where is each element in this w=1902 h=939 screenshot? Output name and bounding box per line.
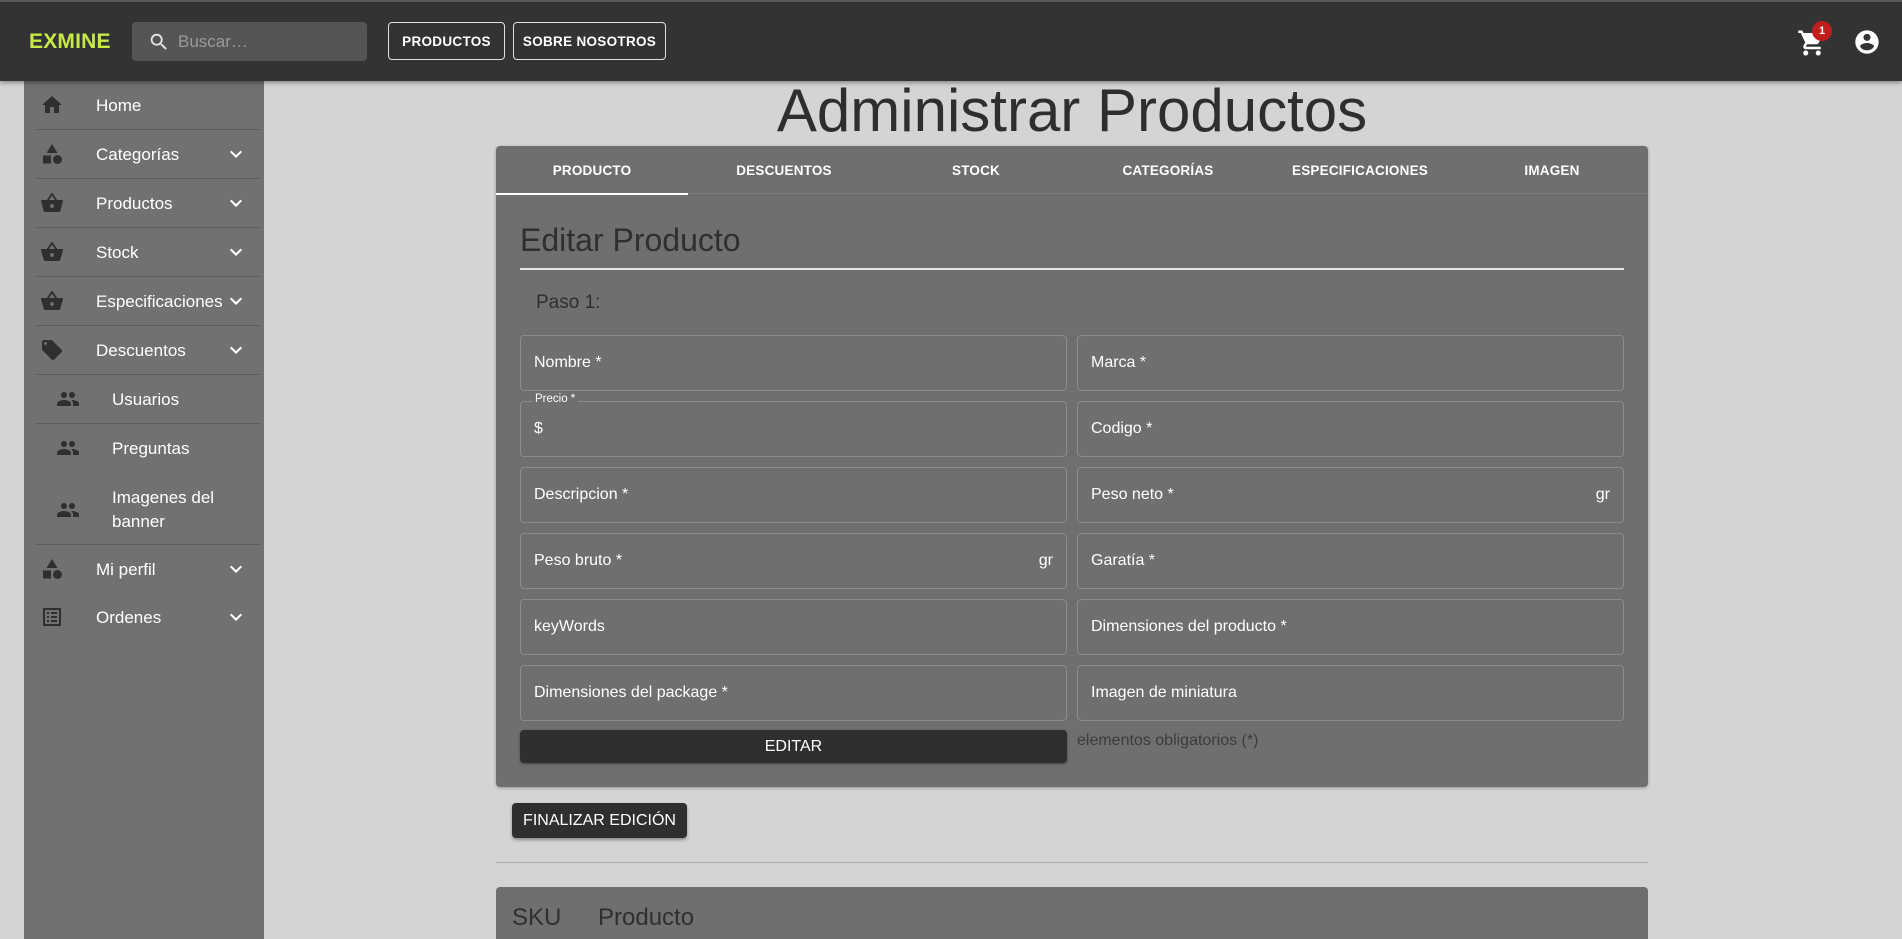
imagen-miniatura-field[interactable]: Imagen de miniatura: [1077, 665, 1624, 721]
nombre-field[interactable]: Nombre *: [520, 335, 1067, 391]
keywords-field[interactable]: keyWords: [520, 599, 1067, 655]
precio-label: Precio *: [532, 393, 579, 405]
list-icon: [43, 608, 61, 626]
title-divider: [520, 268, 1624, 270]
peso-bruto-label: Peso bruto *: [534, 552, 623, 569]
products-table-header: SKU Producto: [496, 887, 1648, 939]
chevron-down-icon: [230, 565, 242, 573]
sidebar-item-label: Usuarios: [112, 390, 180, 409]
marca-field[interactable]: Marca *: [1077, 335, 1624, 391]
people-icon: [57, 392, 79, 406]
descripcion-label: Descripcion *: [534, 486, 629, 503]
chevron-down-icon: [230, 248, 242, 256]
codigo-field[interactable]: Codigo *: [1077, 401, 1624, 457]
category-icon: [43, 559, 62, 579]
category-icon: [43, 144, 62, 164]
chevron-down-icon: [230, 199, 242, 207]
tab-imagen[interactable]: IMAGEN: [1456, 146, 1648, 194]
sidebar-item-descuentos[interactable]: Descuentos: [24, 326, 264, 374]
brand-logo[interactable]: EXMINE: [29, 30, 111, 54]
page-title: Administrar Productos: [776, 77, 1368, 144]
column-header-producto: Producto: [598, 904, 695, 931]
sidebar-item-mi-perfil[interactable]: Mi perfil: [24, 545, 264, 593]
imagen-miniatura-label: Imagen de miniatura: [1091, 684, 1237, 701]
sidebar-item-label: Descuentos: [96, 341, 186, 360]
step-label: Paso 1:: [536, 292, 601, 313]
sidebar-item-label: Ordenes: [96, 608, 162, 627]
section-divider: [496, 862, 1648, 863]
search-input[interactable]: [178, 22, 358, 61]
sidebar-item-label: Home: [96, 96, 142, 115]
sidebar-item-stock[interactable]: Stock: [24, 228, 264, 276]
tab-categorias[interactable]: CATEGORÍAS: [1072, 146, 1264, 194]
people-icon: [57, 441, 79, 455]
sidebar-item-label: Imagenes del banner: [112, 488, 215, 531]
precio-field[interactable]: Precio * $: [520, 393, 1067, 457]
finalizar-edicion-button[interactable]: FINALIZAR EDICIÓN: [512, 803, 687, 838]
product-editor-card: PRODUCTO DESCUENTOS STOCK CATEGORÍAS ESP…: [496, 146, 1648, 787]
sidebar-item-home[interactable]: Home: [24, 81, 264, 129]
peso-neto-field[interactable]: Peso neto * gr: [1077, 467, 1624, 523]
tab-producto[interactable]: PRODUCTO: [496, 146, 688, 195]
sidebar-item-imagenes-del-banner[interactable]: Imagenes del banner: [24, 476, 264, 544]
sidebar-item-categorias[interactable]: Categorías: [24, 130, 264, 178]
peso-bruto-field[interactable]: Peso bruto * gr: [520, 533, 1067, 589]
chevron-down-icon: [230, 613, 242, 621]
nav-sobre-nosotros-button[interactable]: SOBRE NOSOTROS: [513, 22, 666, 60]
chevron-down-icon: [230, 297, 242, 305]
sidebar-item-label: Categorías: [96, 145, 180, 164]
descripcion-field[interactable]: Descripcion *: [520, 467, 1067, 523]
dimensiones-package-field[interactable]: Dimensiones del package *: [520, 665, 1067, 721]
unit-suffix: gr: [1595, 486, 1610, 503]
nombre-label: Nombre *: [534, 354, 602, 371]
home-icon: [42, 96, 62, 113]
search-box[interactable]: [132, 22, 367, 61]
keywords-label: keyWords: [534, 618, 605, 635]
tab-bar: PRODUCTO DESCUENTOS STOCK CATEGORÍAS ESP…: [496, 146, 1648, 195]
column-header-sku: SKU: [512, 904, 562, 931]
search-icon: [150, 33, 167, 50]
unit-suffix: gr: [1038, 552, 1053, 569]
tag-icon: [42, 340, 62, 360]
sidebar-item-especificaciones[interactable]: Especificaciones: [24, 277, 264, 325]
sidebar-item-productos[interactable]: Productos: [24, 179, 264, 227]
sidebar-item-label: Stock: [96, 243, 139, 262]
chevron-down-icon: [230, 346, 242, 354]
people-icon: [57, 503, 79, 517]
marca-label: Marca *: [1091, 354, 1147, 371]
sidebar-item-preguntas[interactable]: Preguntas: [24, 424, 264, 472]
sidebar-item-label: Especificaciones: [96, 292, 223, 311]
garantia-label: Garatía *: [1091, 552, 1156, 569]
account-circle-icon[interactable]: [1853, 28, 1881, 56]
basket-icon: [41, 290, 63, 310]
tab-descuentos[interactable]: DESCUENTOS: [688, 146, 880, 194]
dimensiones-producto-field[interactable]: Dimensiones del producto *: [1077, 599, 1624, 655]
dimensiones-producto-label: Dimensiones del producto *: [1091, 618, 1287, 635]
codigo-label: Codigo *: [1091, 420, 1153, 437]
chevron-down-icon: [230, 150, 242, 158]
tab-stock[interactable]: STOCK: [880, 146, 1072, 194]
dimensiones-package-label: Dimensiones del package *: [534, 684, 728, 701]
sidebar-item-label: Mi perfil: [96, 560, 156, 579]
sidebar-item-ordenes[interactable]: Ordenes: [24, 593, 264, 641]
nav-productos-button[interactable]: PRODUCTOS: [388, 22, 505, 60]
cart-count-badge: 1: [1812, 21, 1832, 41]
sidebar: Home Categorías Productos Stock Especifi…: [24, 81, 264, 939]
sidebar-item-label: Productos: [96, 194, 173, 213]
currency-prefix: $: [534, 420, 543, 437]
form-title: Editar Producto: [520, 222, 741, 258]
editar-button[interactable]: EDITAR: [520, 730, 1067, 763]
garantia-field[interactable]: Garatía *: [1077, 533, 1624, 589]
sidebar-item-label: Preguntas: [112, 439, 190, 458]
sidebar-item-usuarios[interactable]: Usuarios: [24, 375, 264, 423]
tab-especificaciones[interactable]: ESPECIFICACIONES: [1264, 146, 1456, 194]
basket-icon: [41, 192, 63, 212]
basket-icon: [41, 241, 63, 261]
peso-neto-label: Peso neto *: [1091, 486, 1174, 503]
required-note: elementos obligatorios (*): [1077, 732, 1259, 749]
top-app-bar: EXMINE PRODUCTOS SOBRE NOSOTROS 1: [0, 0, 1902, 81]
